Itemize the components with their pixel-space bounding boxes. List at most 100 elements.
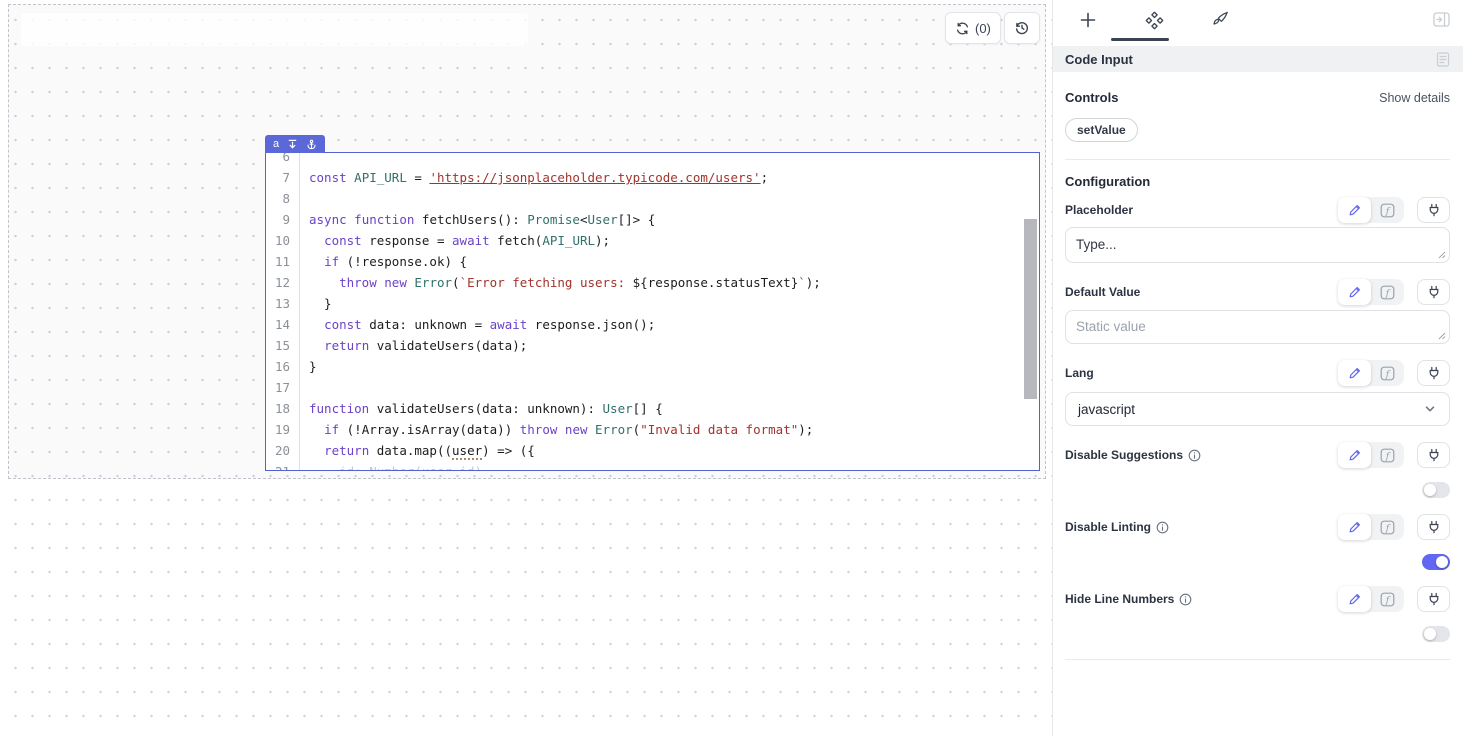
default-value-input[interactable]: Static value xyxy=(1065,310,1450,344)
widget-type-title: Code Input xyxy=(1065,52,1133,67)
bind-data-button[interactable] xyxy=(1417,279,1450,305)
property-panel: Code Input Controls Show details setValu… xyxy=(1052,0,1463,736)
prop-disable-linting: Disable Linting f xyxy=(1065,514,1450,570)
history-button[interactable] xyxy=(1004,12,1040,44)
edit-mode-button[interactable] xyxy=(1338,279,1371,305)
line-number: 12 xyxy=(266,272,300,293)
show-details-link[interactable]: Show details xyxy=(1379,91,1450,105)
function-icon: f xyxy=(1380,520,1395,535)
plug-icon xyxy=(1427,592,1441,606)
bind-data-button[interactable] xyxy=(1417,360,1450,386)
edit-mode-button[interactable] xyxy=(1338,197,1371,223)
line-number: 8 xyxy=(266,188,300,209)
plug-icon xyxy=(1427,520,1441,534)
pencil-icon xyxy=(1348,520,1362,534)
tab-add-widget[interactable] xyxy=(1074,11,1102,29)
svg-text:f: f xyxy=(1385,522,1391,533)
controls-heading: Controls xyxy=(1065,90,1118,105)
function-icon: f xyxy=(1380,203,1395,218)
components-icon xyxy=(1144,10,1165,31)
js-expression-button[interactable]: f xyxy=(1371,360,1404,386)
line-number: 10 xyxy=(266,230,300,251)
line-number: 18 xyxy=(266,398,300,419)
js-expression-button[interactable]: f xyxy=(1371,442,1404,468)
js-expression-button[interactable]: f xyxy=(1371,514,1404,540)
widget-toolbar[interactable]: a xyxy=(265,135,325,153)
edit-mode-button[interactable] xyxy=(1338,442,1371,468)
resize-handle-icon[interactable] xyxy=(1438,251,1446,259)
prop-actions-placeholder: f xyxy=(1338,197,1450,223)
code-line: 16} xyxy=(266,356,1039,377)
control-chip-setvalue[interactable]: setValue xyxy=(1065,118,1138,142)
arrow-down-to-line-icon[interactable] xyxy=(287,139,298,150)
empty-widget-placeholder xyxy=(21,13,528,46)
line-number: 17 xyxy=(266,377,300,398)
disable-suggestions-toggle[interactable] xyxy=(1422,482,1450,498)
panel-tabs xyxy=(1053,0,1463,40)
info-icon[interactable] xyxy=(1179,593,1192,606)
placeholder-input[interactable]: Type... xyxy=(1065,227,1450,263)
tab-content-properties[interactable] xyxy=(1140,10,1168,31)
code-line: 6 xyxy=(266,153,1039,167)
hide-line-numbers-toggle[interactable] xyxy=(1422,626,1450,642)
code-editor[interactable]: 67const API_URL = 'https://jsonplacehold… xyxy=(266,153,1039,470)
info-icon[interactable] xyxy=(1156,521,1169,534)
section-divider xyxy=(1065,159,1450,160)
info-icon[interactable] xyxy=(1188,449,1201,462)
refresh-count: (0) xyxy=(975,21,991,36)
anchor-icon[interactable] xyxy=(306,139,317,150)
prop-hide-line-numbers: Hide Line Numbers f xyxy=(1065,586,1450,642)
editor-scrollbar[interactable] xyxy=(1024,219,1037,399)
svg-text:f: f xyxy=(1385,205,1391,216)
code-line: 14 const data: unknown = await response.… xyxy=(266,314,1039,335)
line-number: 6 xyxy=(266,153,300,167)
active-tab-underline xyxy=(1111,38,1169,41)
plug-icon xyxy=(1427,203,1441,217)
plug-icon xyxy=(1427,285,1441,299)
code-line: 21 id: Number(user.id), xyxy=(266,461,1039,470)
js-expression-button[interactable]: f xyxy=(1371,197,1404,223)
prop-actions-default-value: f xyxy=(1338,279,1450,305)
disable-linting-toggle[interactable] xyxy=(1422,554,1450,570)
edit-mode-button[interactable] xyxy=(1338,586,1371,612)
tab-style-properties[interactable] xyxy=(1206,10,1234,30)
code-line: 8 xyxy=(266,188,1039,209)
pencil-icon xyxy=(1348,366,1362,380)
code-input-widget[interactable]: a 67const API_URL = 'https://jsonplaceho… xyxy=(265,152,1040,471)
editor-canvas[interactable]: (0) a 67const API_URL = 'https://jsonpla… xyxy=(0,0,1052,736)
document-icon[interactable] xyxy=(1436,52,1450,67)
line-number: 20 xyxy=(266,440,300,461)
bind-data-button[interactable] xyxy=(1417,442,1450,468)
lang-select[interactable]: javascript xyxy=(1065,392,1450,426)
resize-handle-icon[interactable] xyxy=(1438,332,1446,340)
code-line: 15 return validateUsers(data); xyxy=(266,335,1039,356)
code-line: 13 } xyxy=(266,293,1039,314)
code-line: 19 if (!Array.isArray(data)) throw new E… xyxy=(266,419,1039,440)
pencil-icon xyxy=(1348,203,1362,217)
panel-collapse-button[interactable] xyxy=(1433,12,1450,32)
svg-text:f: f xyxy=(1385,450,1391,461)
prop-actions-disable-linting: f xyxy=(1338,514,1450,540)
history-icon xyxy=(1014,20,1030,36)
bind-data-button[interactable] xyxy=(1417,514,1450,540)
prop-actions-hide-line-numbers: f xyxy=(1338,586,1450,612)
line-number: 14 xyxy=(266,314,300,335)
edit-mode-button[interactable] xyxy=(1338,514,1371,540)
configuration-properties: Placeholder f Type... Default Value f St… xyxy=(1065,197,1450,642)
bind-data-button[interactable] xyxy=(1417,197,1450,223)
prop-placeholder: Placeholder f Type... xyxy=(1065,197,1450,263)
prop-disable-suggestions: Disable Suggestions f xyxy=(1065,442,1450,498)
bind-data-button[interactable] xyxy=(1417,586,1450,612)
line-number: 13 xyxy=(266,293,300,314)
line-number: 19 xyxy=(266,419,300,440)
widget-name-label: a xyxy=(273,138,279,150)
js-expression-button[interactable]: f xyxy=(1371,279,1404,305)
prop-default-value: Default Value f Static value xyxy=(1065,279,1450,344)
edit-mode-button[interactable] xyxy=(1338,360,1371,386)
prop-actions-disable-suggestions: f xyxy=(1338,442,1450,468)
prop-lang: Lang f javascript xyxy=(1065,360,1450,426)
js-expression-button[interactable]: f xyxy=(1371,586,1404,612)
code-line: 18function validateUsers(data: unknown):… xyxy=(266,398,1039,419)
plug-icon xyxy=(1427,366,1441,380)
refresh-button[interactable]: (0) xyxy=(945,12,1001,44)
